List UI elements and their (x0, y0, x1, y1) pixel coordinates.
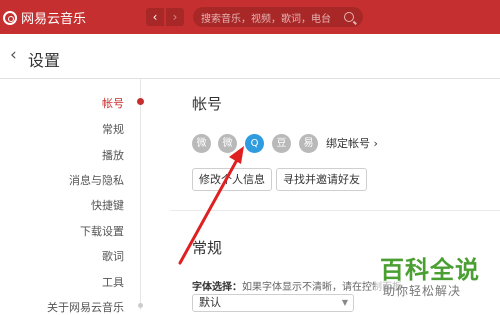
chevron-right-icon: › (373, 137, 378, 150)
wechat-icon[interactable]: 微 (218, 134, 237, 153)
indicator-dot (138, 303, 143, 308)
edit-profile-button[interactable]: 修改个人信息 (192, 168, 272, 191)
font-label: 字体选择： (192, 282, 242, 293)
app-title: 网易云音乐 (21, 12, 87, 27)
watermark-title: 百科全说 (380, 256, 480, 284)
sidebar-item-playback[interactable]: 播放 (102, 147, 124, 163)
watermark: 百科全说 助你轻松解决 (375, 250, 497, 310)
account-section-title: 帐号 (192, 95, 223, 113)
sidebar-item-lyrics[interactable]: 歌词 (102, 248, 124, 264)
sidebar-item-account[interactable]: 帐号 (102, 95, 124, 111)
settings-header: ‹ 设置 (0, 34, 500, 79)
settings-sidebar: 帐号 常规 播放 消息与隐私 快捷键 下载设置 歌词 工具 关于网易云音乐 (0, 79, 150, 314)
page-title: 设置 (28, 51, 61, 70)
general-section-title: 常规 (192, 239, 223, 257)
weibo-icon[interactable]: 微 (192, 134, 211, 153)
forward-button[interactable]: › (166, 8, 184, 26)
sidebar-item-shortcuts[interactable]: 快捷键 (91, 197, 124, 213)
font-setting-row: 字体选择：如果字体显示不清晰，请在控制面板 (192, 278, 402, 293)
font-select[interactable]: 默认 ▼ (192, 294, 354, 312)
app-logo[interactable]: 网易云音乐 (3, 8, 86, 27)
section-divider (170, 210, 500, 211)
sidebar-track (140, 79, 141, 310)
sidebar-item-tools[interactable]: 工具 (102, 274, 124, 290)
search-icon[interactable] (344, 12, 354, 22)
active-indicator-dot (137, 98, 144, 105)
qq-icon[interactable]: Q (245, 134, 264, 153)
douban-icon[interactable]: 豆 (272, 134, 291, 153)
find-friends-button[interactable]: 寻找并邀请好友 (276, 168, 367, 191)
netease-music-icon (3, 10, 17, 25)
search-input[interactable]: 搜索音乐，视频，歌词，电台 (193, 7, 363, 27)
sidebar-item-privacy[interactable]: 消息与隐私 (69, 172, 124, 188)
back-button[interactable]: ‹ (146, 8, 164, 26)
yixin-icon[interactable]: 易 (299, 134, 318, 153)
search-placeholder: 搜索音乐，视频，歌词，电台 (201, 13, 331, 25)
sidebar-item-download[interactable]: 下载设置 (80, 223, 124, 239)
title-bar: 网易云音乐 ‹ › 搜索音乐，视频，歌词，电台 (0, 0, 500, 34)
bind-account-label: 绑定帐号 (326, 137, 370, 150)
bind-account-link[interactable]: 绑定帐号 › (326, 135, 378, 151)
watermark-subtitle: 助你轻松解决 (383, 284, 462, 298)
back-chevron-icon[interactable]: ‹ (10, 45, 17, 65)
font-select-value: 默认 (199, 296, 221, 309)
sidebar-item-general[interactable]: 常规 (102, 121, 124, 137)
sidebar-item-about[interactable]: 关于网易云音乐 (47, 299, 124, 315)
chevron-down-icon: ▼ (341, 298, 348, 307)
